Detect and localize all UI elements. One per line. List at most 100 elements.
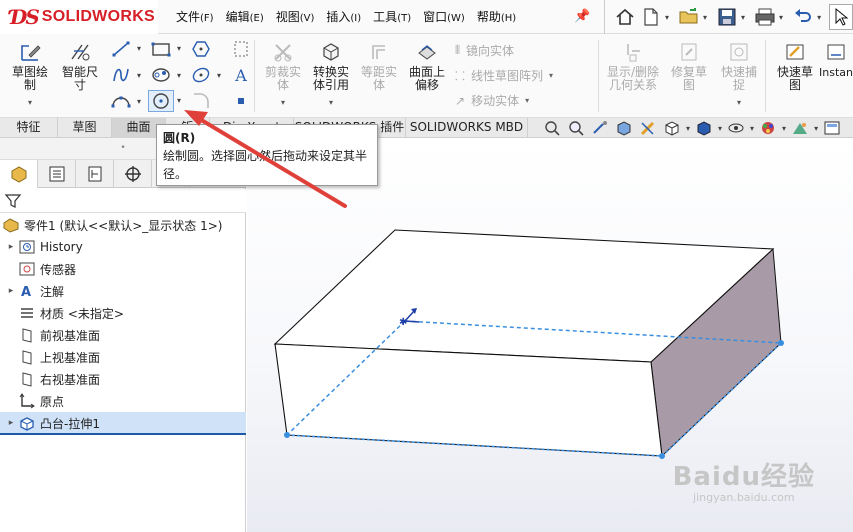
menu-help[interactable]: 帮助(H) [471,2,522,32]
view-orientation-dropdown-icon[interactable]: ▾ [686,124,690,133]
smart-dimension-button[interactable]: 智能尺寸 [54,40,106,92]
save-icon[interactable] [715,4,739,30]
tree-item-origin[interactable]: 原点 [0,390,246,412]
fillet-tool-icon[interactable] [188,90,214,112]
linear-pattern-button[interactable]: ⸬ 线性草图阵列 ▾ [455,67,553,84]
apply-scene-dropdown-icon[interactable]: ▾ [814,124,818,133]
menu-edit[interactable]: 编辑(E) [220,2,270,32]
previous-view-icon[interactable] [590,119,610,137]
instant2d-button[interactable]: Instan [819,40,853,79]
text-tool-icon[interactable]: A [228,64,254,86]
rapid-sketch-button[interactable]: 快速草图 [769,40,821,92]
graphics-area[interactable]: ✱ Baidu经验 jingyan.baidu.com [247,138,853,532]
tree-item-right-plane[interactable]: 右视基准面 [0,368,246,390]
tree-item-history[interactable]: ▸ History [0,236,246,258]
convert-dropdown-icon[interactable]: ▾ [305,96,357,109]
hide-show-dropdown-icon[interactable]: ▾ [750,124,754,133]
line-tool-icon[interactable] [108,38,134,60]
undo-icon[interactable] [791,4,815,30]
spline-dropdown-icon[interactable]: ▾ [137,71,141,80]
sketch-button[interactable]: 草图绘制 ▾ [4,40,56,109]
tree-item-sensors[interactable]: 传感器 [0,258,246,280]
tree-item-boss-extrude[interactable]: ▸ 凸台-拉伸1 [0,412,246,434]
view-orientation-icon[interactable] [662,119,682,137]
hide-show-items-icon[interactable] [726,119,746,137]
new-dropdown-icon[interactable]: ▾ [665,13,669,22]
offset-entities-button[interactable]: 等距实体 [353,40,405,92]
save-dropdown-icon[interactable]: ▾ [741,13,745,22]
arc-dropdown-icon[interactable]: ▾ [137,97,141,106]
tab-solidworks-mbd[interactable]: SOLIDWORKS MBD [406,118,528,138]
menu-insert[interactable]: 插入(I) [320,2,367,32]
point-tool-icon[interactable] [228,90,254,112]
home-icon[interactable] [613,4,637,30]
apply-scene-icon[interactable] [790,119,810,137]
polygon-tool-icon[interactable] [188,38,214,60]
rapid-snaps-dropdown-icon[interactable]: ▾ [713,96,765,109]
rectangle-dropdown-icon[interactable]: ▾ [177,44,181,53]
expand-arrow-icon[interactable]: ▸ [4,286,18,296]
dimxpertmanager-tab-icon[interactable] [114,160,152,188]
print-icon[interactable] [753,4,777,30]
mirror-entities-button[interactable]: ⫴ 镜向实体 [455,42,514,59]
menu-view[interactable]: 视图(V) [270,2,321,32]
offset-on-surface-button[interactable]: 曲面上偏移 [401,40,453,92]
circle-tool-icon[interactable] [148,90,174,112]
ellipse-tool-icon[interactable] [188,64,214,86]
featuremanager-tab-icon[interactable] [0,160,38,188]
repair-sketch-button[interactable]: 修复草图 [663,40,715,92]
menu-window[interactable]: 窗口(W) [417,2,471,32]
trim-entities-button[interactable]: 剪裁实体 ▾ [257,40,309,109]
edit-appearance-icon[interactable] [758,119,778,137]
tab-features[interactable]: 特征 [0,118,58,138]
spline-tool-icon[interactable] [108,64,134,86]
ellipse-dropdown-icon[interactable]: ▾ [217,71,221,80]
propertymanager-tab-icon[interactable] [38,160,76,188]
tree-item-material[interactable]: 材质 <未指定> [0,302,246,324]
arc-tool-icon[interactable] [108,90,134,112]
section-view-icon[interactable] [614,119,634,137]
menu-file[interactable]: 文件(F) [170,2,220,32]
expand-arrow-icon[interactable]: ▸ [4,242,18,252]
view-settings-icon[interactable] [822,119,842,137]
filter-icon[interactable] [4,192,22,210]
linear-pattern-dropdown-icon[interactable]: ▾ [549,71,553,80]
rapid-snaps-button[interactable]: 快速捕捉 ▾ [713,40,765,109]
display-style-dropdown-icon[interactable]: ▾ [718,124,722,133]
configurationmanager-tab-icon[interactable] [76,160,114,188]
tree-root-part[interactable]: 零件1 (默认<<默认>_显示状态 1>) [0,214,246,236]
zoom-area-icon[interactable] [566,119,586,137]
expand-arrow-icon[interactable]: ▸ [4,418,18,428]
select-cursor-icon[interactable] [829,4,853,30]
tab-sketch[interactable]: 草图 [58,118,112,138]
slot-tool-icon[interactable] [148,64,174,86]
solidworks-logo[interactable]: ƊS SOLIDWORKS [0,0,158,34]
zoom-to-fit-icon[interactable] [542,119,562,137]
pin-icon[interactable]: 📌 [574,9,590,24]
move-entities-button[interactable]: ↗ 移动实体 ▾ [455,92,529,109]
rectangle-tool-icon[interactable] [148,38,174,60]
edit-appearance-dropdown-icon[interactable]: ▾ [782,124,786,133]
tooltip-title: 圆(R) [163,131,196,145]
tree-item-front-plane[interactable]: 前视基准面 [0,324,246,346]
move-dropdown-icon[interactable]: ▾ [525,96,529,105]
undo-dropdown-icon[interactable]: ▾ [817,13,821,22]
display-style-icon[interactable] [694,119,714,137]
print-dropdown-icon[interactable]: ▾ [779,13,783,22]
trim-dropdown-icon[interactable]: ▾ [257,96,309,109]
line-dropdown-icon[interactable]: ▾ [137,44,141,53]
convert-entities-button[interactable]: 转换实体引用 ▾ [305,40,357,109]
circle-dropdown-icon[interactable]: ▾ [177,96,181,105]
construction-geometry-icon[interactable] [228,38,254,60]
slot-dropdown-icon[interactable]: ▾ [177,71,181,80]
open-dropdown-icon[interactable]: ▾ [703,13,707,22]
dynamic-annotation-icon[interactable] [638,119,658,137]
tree-item-top-plane[interactable]: 上视基准面 [0,346,246,368]
display-relations-button[interactable]: 显示/删除几何关系 [601,40,665,92]
tree-filter[interactable] [0,189,246,213]
tree-item-annotations[interactable]: ▸ A 注解 [0,280,246,302]
menu-tools[interactable]: 工具(T) [367,2,417,32]
new-document-icon[interactable] [639,4,663,30]
open-folder-icon[interactable] [677,4,701,30]
sketch-dropdown-icon[interactable]: ▾ [4,96,56,109]
